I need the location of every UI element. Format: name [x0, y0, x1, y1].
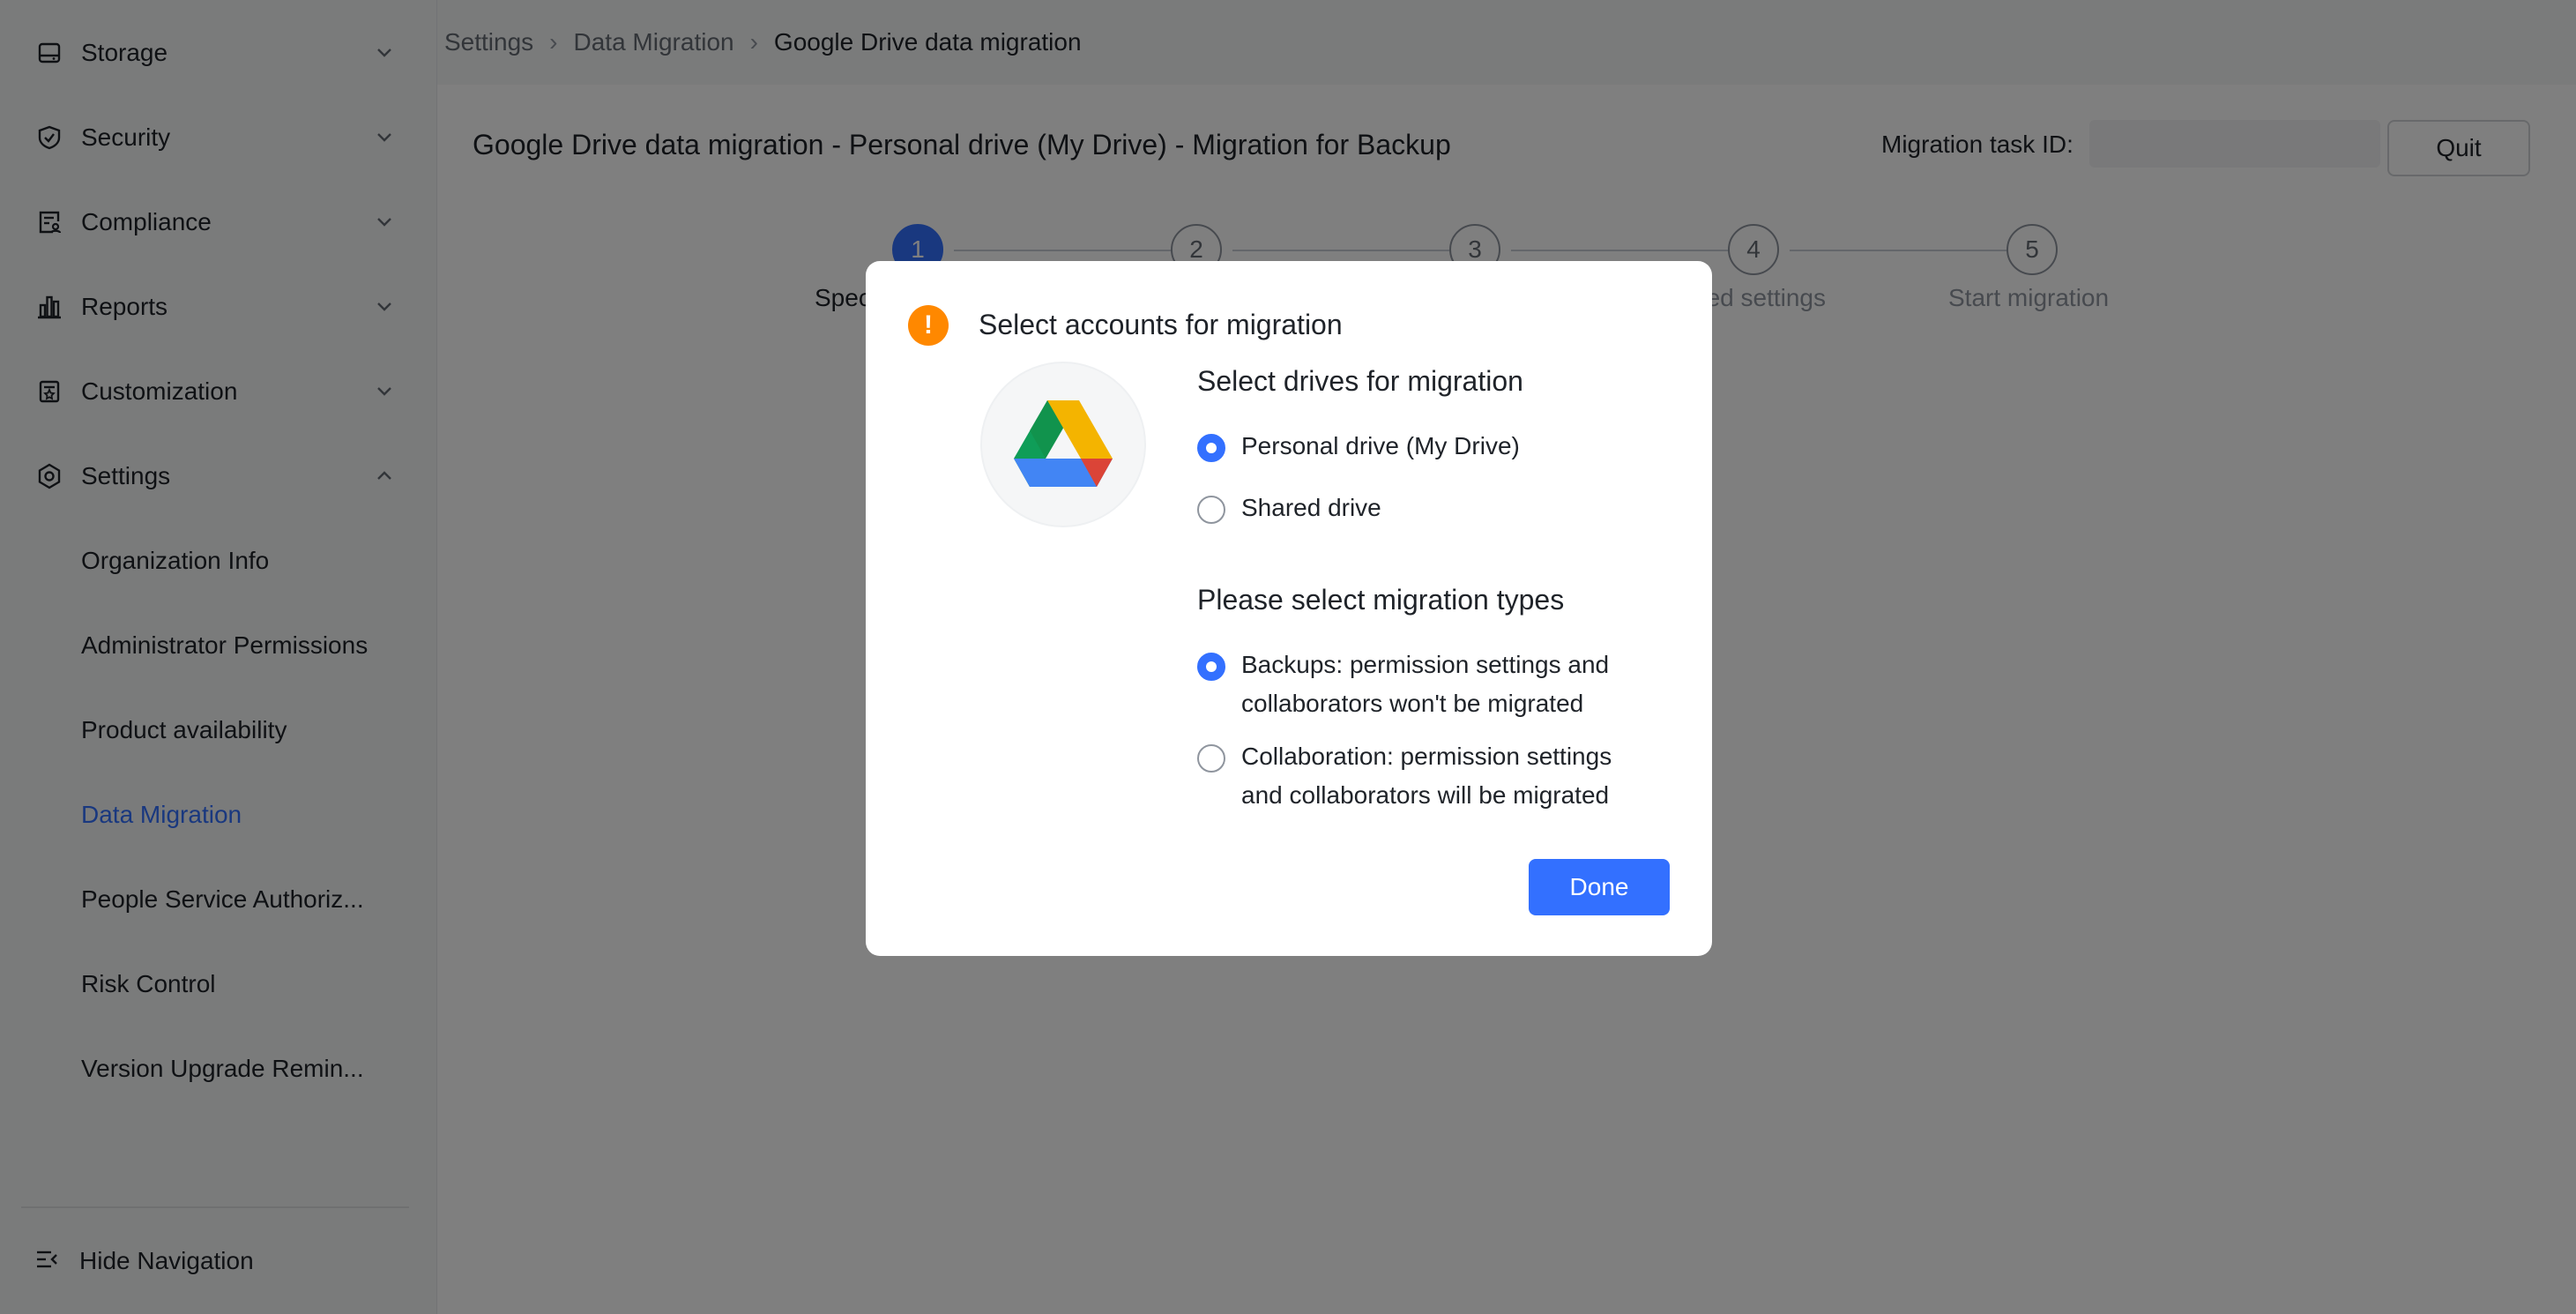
modal-title: Select accounts for migration	[979, 309, 1343, 340]
migration-type-line: collaborators won't be migrated	[1241, 690, 1584, 717]
done-button[interactable]: Done	[1529, 859, 1670, 915]
migration-type-line: and collaborators will be migrated	[1241, 781, 1610, 809]
radio-backups[interactable]	[1197, 653, 1225, 681]
radio-collaboration[interactable]	[1197, 744, 1225, 773]
drive-option-shared[interactable]: Shared drive	[1197, 494, 1381, 527]
select-accounts-modal: ! Select accounts for migration Select d…	[866, 261, 1712, 956]
migration-type-label: Backups: permission settings and collabo…	[1241, 646, 1609, 723]
migration-type-label: Collaboration: permission settings and c…	[1241, 737, 1612, 815]
migration-type-line: Collaboration: permission settings	[1241, 743, 1612, 770]
drive-option-label: Shared drive	[1241, 494, 1381, 521]
migration-types-section-title: Please select migration types	[1197, 584, 1565, 616]
migration-type-line: Backups: permission settings and	[1241, 651, 1610, 678]
warning-icon: !	[908, 305, 949, 346]
drive-option-personal[interactable]: Personal drive (My Drive)	[1197, 432, 1520, 466]
radio-shared-drive[interactable]	[1197, 496, 1225, 524]
drive-option-label: Personal drive (My Drive)	[1241, 432, 1520, 459]
migration-type-backups[interactable]: Backups: permission settings and collabo…	[1197, 651, 1609, 723]
drives-section-title: Select drives for migration	[1197, 365, 1523, 397]
google-drive-icon	[1014, 400, 1113, 487]
google-drive-logo	[980, 362, 1146, 527]
migration-type-collaboration[interactable]: Collaboration: permission settings and c…	[1197, 743, 1612, 815]
radio-personal-drive[interactable]	[1197, 434, 1225, 462]
